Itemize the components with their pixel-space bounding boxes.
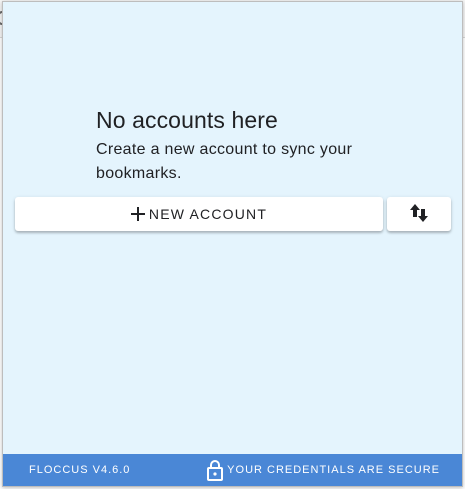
floccus-popup: No accounts here Create a new account to… bbox=[2, 1, 463, 487]
plus-icon bbox=[130, 207, 145, 221]
new-account-button[interactable]: NEW ACCOUNT bbox=[15, 197, 383, 231]
account-actions: NEW ACCOUNT bbox=[15, 197, 452, 231]
security-notice-label: YOUR CREDENTIALS ARE SECURE bbox=[227, 464, 440, 476]
swap-vertical-icon bbox=[410, 203, 428, 225]
empty-state-description: Create a new account to sync your bookma… bbox=[96, 141, 353, 182]
new-account-label: NEW ACCOUNT bbox=[148, 206, 268, 222]
app-version: FLOCCUS V4.6.0 bbox=[29, 464, 131, 476]
popup-footer: FLOCCUS V4.6.0 YOUR CREDENTIALS ARE SECU… bbox=[3, 454, 462, 486]
lock-icon bbox=[207, 459, 224, 481]
import-export-button[interactable] bbox=[387, 197, 451, 231]
security-notice: YOUR CREDENTIALS ARE SECURE bbox=[207, 459, 440, 481]
empty-state-title: No accounts here bbox=[96, 107, 278, 133]
empty-state: No accounts here Create a new account to… bbox=[96, 105, 426, 186]
